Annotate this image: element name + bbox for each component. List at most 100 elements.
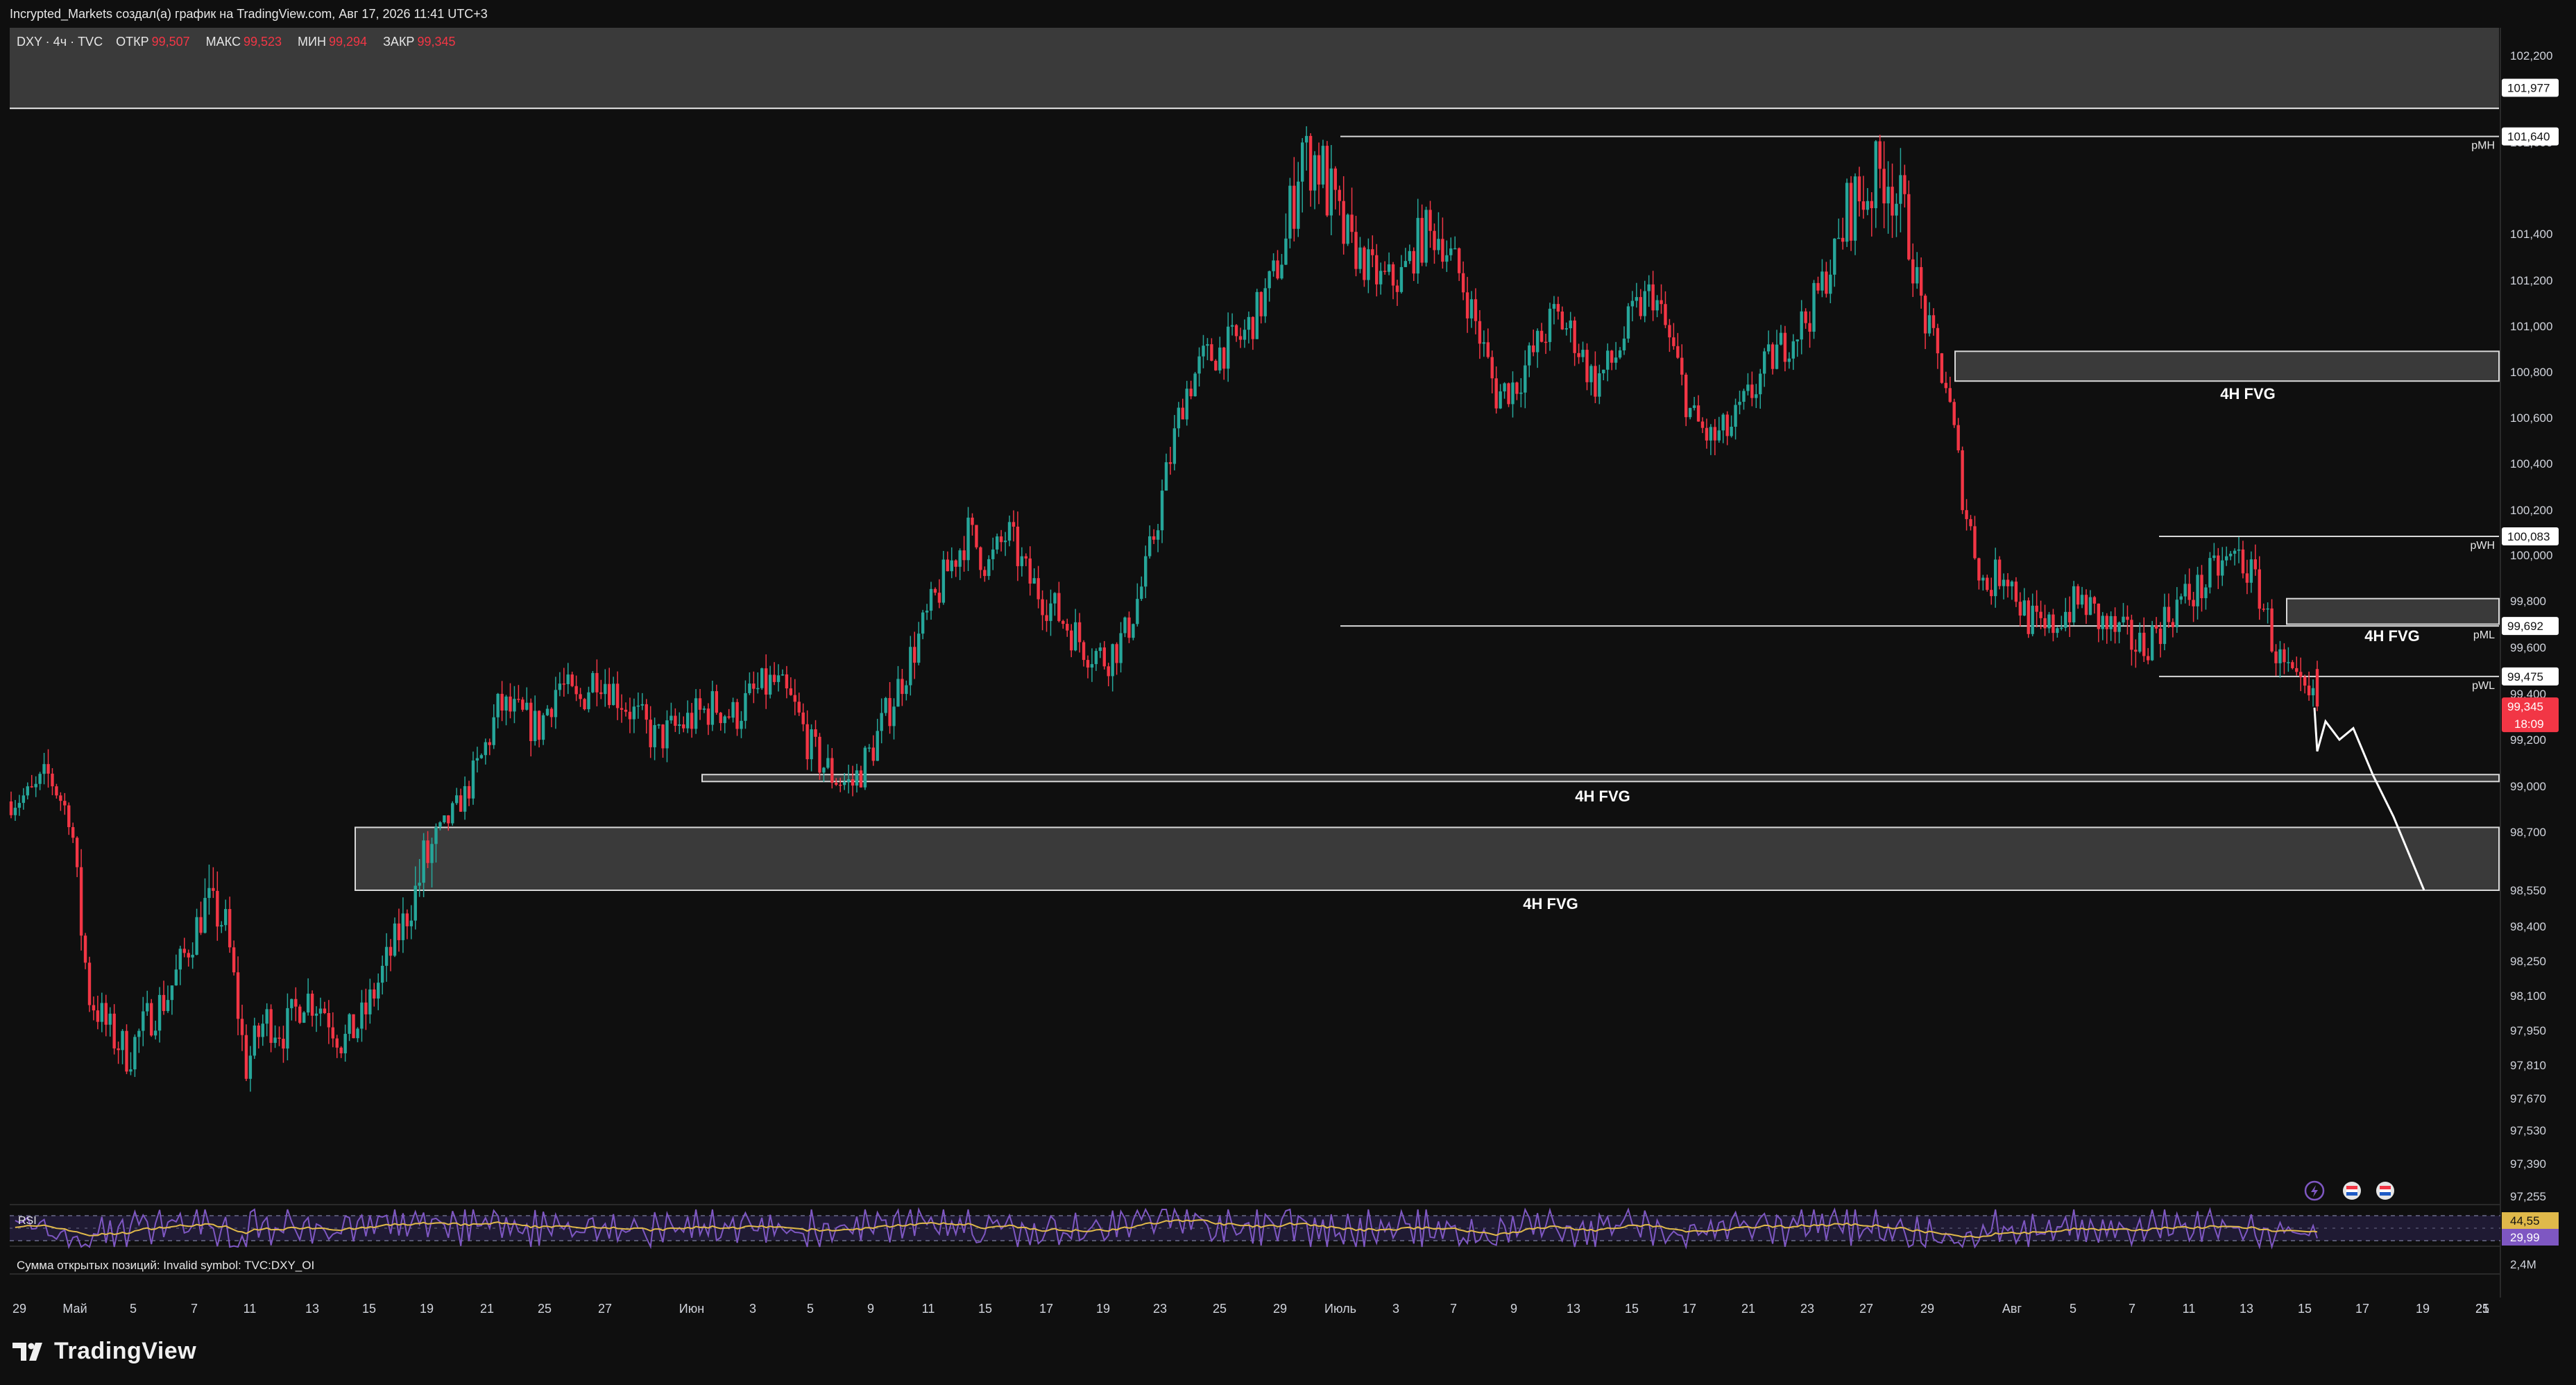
candle-body xyxy=(2228,553,2233,556)
price-tick-label: 97,255 xyxy=(2510,1190,2546,1203)
candle-body xyxy=(1490,357,1494,379)
candle-body xyxy=(1247,316,1251,330)
candle-body xyxy=(1507,383,1510,405)
candle-body xyxy=(826,758,830,768)
candle xyxy=(1961,446,1964,514)
candle-body xyxy=(360,1002,364,1029)
candle xyxy=(1321,139,1325,189)
candle-body xyxy=(929,588,933,611)
candle-body xyxy=(1437,239,1440,250)
candle-body xyxy=(529,702,533,742)
tradingview-logo[interactable]: TradingView xyxy=(12,1338,196,1365)
candle-body xyxy=(740,720,743,729)
candle-body xyxy=(517,699,520,700)
candle-body xyxy=(752,683,756,689)
candle xyxy=(1626,303,1630,343)
candle-body xyxy=(1816,282,1820,291)
candle-body xyxy=(1911,259,1915,284)
price-marker-text: 99,475 xyxy=(2507,670,2543,683)
candle-body xyxy=(818,736,821,773)
candle-body xyxy=(1494,378,1498,409)
candle-body xyxy=(1882,169,1886,204)
rsi-value-label: 44,55 xyxy=(2502,1212,2559,1229)
candle-body xyxy=(2052,614,2055,634)
candle-body xyxy=(669,715,673,721)
open-label: ОТКР xyxy=(116,35,149,49)
time-tick-label: 29 xyxy=(12,1302,26,1316)
candle-body xyxy=(2307,686,2311,696)
rsi-label[interactable]: RSI xyxy=(18,1215,37,1227)
price-tick-label: 97,530 xyxy=(2510,1124,2546,1137)
candle-body xyxy=(958,550,962,567)
candle-body xyxy=(9,801,13,815)
candle-body xyxy=(1251,316,1255,339)
flag-icon[interactable] xyxy=(2343,1182,2361,1200)
candle-body xyxy=(731,702,735,718)
candle-body xyxy=(1181,407,1184,420)
candle-body xyxy=(1363,247,1366,280)
candle-body xyxy=(1123,617,1127,634)
candle-body xyxy=(690,713,694,729)
candle-body xyxy=(1948,388,1952,402)
candle-body xyxy=(987,559,991,577)
candle-body xyxy=(579,694,582,699)
candle-body xyxy=(479,755,484,758)
candle-body xyxy=(484,742,488,756)
rsi-value-text: 44,55 xyxy=(2510,1214,2540,1227)
candle-body xyxy=(278,1037,281,1039)
candle-body xyxy=(1094,651,1098,665)
candle xyxy=(1255,289,1259,339)
candle-body xyxy=(1548,308,1552,342)
candle-body xyxy=(1709,427,1713,441)
candle-body xyxy=(1168,462,1172,464)
candle-body xyxy=(2047,614,2051,629)
candle-body xyxy=(1866,201,1870,210)
candle-body xyxy=(1379,271,1383,284)
candle-body xyxy=(2266,608,2269,610)
candle-body xyxy=(1325,146,1329,216)
candle-body xyxy=(191,954,194,958)
candle-body xyxy=(653,724,656,747)
fvg-zone-label: 4H FVG xyxy=(2364,627,2419,645)
candle-body xyxy=(282,1039,285,1049)
candle-body xyxy=(566,674,570,685)
symbol-legend: DXY · 4ч · TVC ОТКР 99,507 МАКС 99,523 МИН… xyxy=(17,35,468,49)
candle-body xyxy=(966,517,970,561)
candle-body xyxy=(1445,255,1449,262)
rsi-ma-value-text: 29,99 xyxy=(2510,1231,2540,1244)
flag-icon-stripe-top xyxy=(2346,1186,2357,1189)
candle-body xyxy=(1750,384,1754,398)
flag-icon[interactable] xyxy=(2376,1182,2394,1200)
candle-body xyxy=(1535,330,1539,352)
candle-body xyxy=(1057,593,1061,621)
candle-body xyxy=(661,724,665,749)
price-tick-label: 101,000 xyxy=(2510,320,2552,333)
candle-body xyxy=(1783,332,1787,362)
candle-body xyxy=(1936,328,1940,354)
candle-body xyxy=(554,690,558,717)
candle-body xyxy=(1404,261,1408,267)
candle-body xyxy=(2092,597,2097,604)
candle-body xyxy=(1317,155,1321,185)
candle-body xyxy=(1333,168,1337,190)
candle-body xyxy=(133,1037,137,1070)
price-marker-label: 101,640 xyxy=(2502,127,2559,146)
candle-body xyxy=(314,1013,318,1016)
candle-body xyxy=(1539,330,1544,342)
candle-body xyxy=(187,953,190,958)
candle xyxy=(1845,178,1849,247)
symbol-name[interactable]: DXY · 4ч · TVC xyxy=(17,35,103,49)
time-tick-label: 21 xyxy=(480,1302,494,1316)
candle-body xyxy=(265,1009,268,1024)
time-tick-label: 11 xyxy=(922,1302,935,1316)
candle-body xyxy=(2183,584,2187,597)
candle-body xyxy=(1189,389,1193,397)
open-interest-label[interactable]: Сумма открытых позиций: Invalid symbol: … xyxy=(17,1259,314,1273)
candle-body xyxy=(545,708,549,715)
candle xyxy=(975,525,978,550)
candle-body xyxy=(492,717,495,745)
price-chart[interactable]: 4H FVG 4H FVG 4H FVG 4H FVG pMH pWH pML pWL 10… xyxy=(0,0,2576,1385)
candle-body xyxy=(2200,575,2203,599)
candle-body xyxy=(810,729,813,760)
candle xyxy=(1940,352,1944,384)
